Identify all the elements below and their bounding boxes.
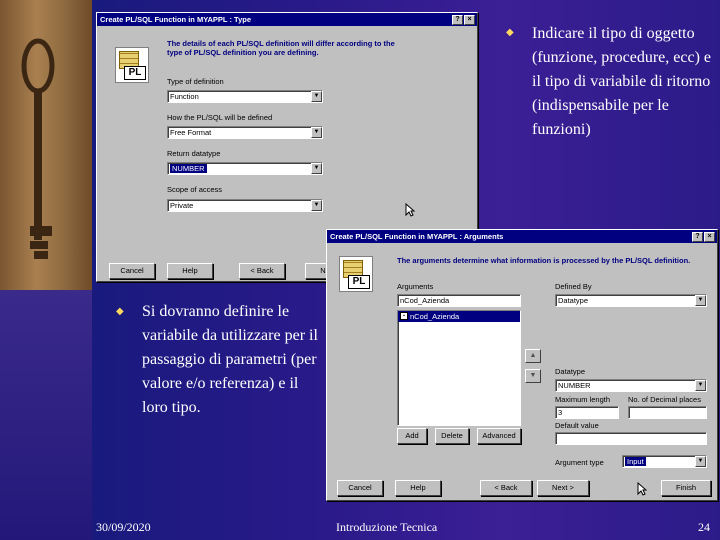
lower-strip — [0, 290, 92, 540]
return-datatype-label: Return datatype — [167, 149, 221, 158]
advanced-button[interactable]: Advanced — [477, 428, 521, 444]
bullet-bottom-left: Si dovranno definire le variabile da uti… — [142, 303, 318, 416]
argument-type-label: Argument type — [555, 458, 604, 467]
defined-by-select[interactable]: Datatype ▼ — [555, 294, 707, 307]
type-dialog-title: Create PL/SQL Function in MYAPPL : Type — [100, 15, 251, 24]
help-icon[interactable]: ? — [692, 231, 703, 242]
type-description: The details of each PL/SQL definition wi… — [167, 39, 395, 57]
close-icon[interactable]: × — [704, 231, 715, 242]
chevron-down-icon[interactable]: ▼ — [311, 91, 322, 102]
footer-title: Introduzione Tecnica — [336, 520, 438, 534]
arguments-dialog-titlebar: Create PL/SQL Function in MYAPPL : Argum… — [327, 230, 717, 243]
defined-by-label: Defined By — [555, 282, 592, 291]
default-value-input[interactable] — [555, 432, 707, 445]
type-of-definition-label: Type of definition — [167, 77, 224, 86]
next-button[interactable]: Next > — [537, 480, 589, 496]
close-icon[interactable]: × — [464, 14, 475, 25]
chevron-down-icon[interactable]: ▼ — [311, 127, 322, 138]
help-button[interactable]: Help — [167, 263, 213, 279]
return-datatype-select[interactable]: NUMBER ▼ — [167, 162, 323, 175]
default-value-label: Default value — [555, 421, 599, 430]
scope-select[interactable]: Private ▼ — [167, 199, 323, 212]
chevron-down-icon[interactable]: ▼ — [695, 456, 706, 467]
type-dialog-titlebar: Create PL/SQL Function in MYAPPL : Type … — [97, 13, 477, 26]
how-defined-label: How the PL/SQL will be defined — [167, 113, 273, 122]
arguments-description: The arguments determine what information… — [397, 256, 691, 265]
help-button[interactable]: Help — [395, 480, 441, 496]
mouse-cursor-icon — [405, 203, 415, 217]
back-button[interactable]: < Back — [239, 263, 285, 279]
plsql-icon: PL — [339, 256, 373, 292]
help-icon[interactable]: ? — [452, 14, 463, 25]
move-up-button[interactable]: ▲ — [525, 349, 541, 363]
chevron-down-icon[interactable]: ▼ — [311, 200, 322, 211]
bullet-icon: ◆ — [506, 27, 514, 38]
argument-input[interactable]: nCod_Azienda — [397, 294, 521, 307]
chevron-down-icon[interactable]: ▼ — [311, 163, 322, 174]
chevron-down-icon[interactable]: ▼ — [695, 295, 706, 306]
max-length-label: Maximum length — [555, 395, 611, 404]
argument-icon: ▪ — [400, 312, 408, 320]
how-defined-select[interactable]: Free Format ▼ — [167, 126, 323, 139]
page-number: 24 — [698, 520, 710, 534]
arguments-list[interactable]: ▪ nCod_Azienda — [397, 310, 521, 426]
arguments-dialog-title: Create PL/SQL Function in MYAPPL : Argum… — [330, 232, 504, 241]
plsql-icon: PL — [115, 47, 149, 83]
mouse-cursor-icon — [637, 482, 647, 496]
arguments-label: Arguments — [397, 282, 434, 291]
chevron-down-icon[interactable]: ▼ — [695, 380, 706, 391]
list-item[interactable]: ▪ nCod_Azienda — [398, 311, 520, 322]
datatype-select[interactable]: NUMBER ▼ — [555, 379, 707, 392]
argument-type-select[interactable]: Input ▼ — [622, 455, 707, 468]
cancel-button[interactable]: Cancel — [337, 480, 383, 496]
bullet-icon: ◆ — [116, 306, 124, 317]
max-length-input[interactable]: 3 — [555, 406, 619, 419]
decimal-places-input[interactable] — [628, 406, 707, 419]
cancel-button[interactable]: Cancel — [109, 263, 155, 279]
move-down-button[interactable]: ▼ — [525, 369, 541, 383]
delete-button[interactable]: Delete — [435, 428, 469, 444]
key-icon — [21, 38, 55, 259]
bullet-top-right: Indicare il tipo di oggetto (funzione, p… — [532, 25, 711, 138]
finish-button[interactable]: Finish — [661, 480, 711, 496]
datatype-label: Datatype — [555, 367, 586, 376]
type-of-definition-select[interactable]: Function ▼ — [167, 90, 323, 103]
arguments-dialog: Create PL/SQL Function in MYAPPL : Argum… — [326, 229, 718, 501]
footer-date: 30/09/2020 — [96, 520, 151, 534]
add-button[interactable]: Add — [397, 428, 427, 444]
scope-label: Scope of access — [167, 185, 223, 194]
back-button[interactable]: < Back — [480, 480, 532, 496]
decimal-places-label: No. of Decimal places — [628, 395, 701, 404]
